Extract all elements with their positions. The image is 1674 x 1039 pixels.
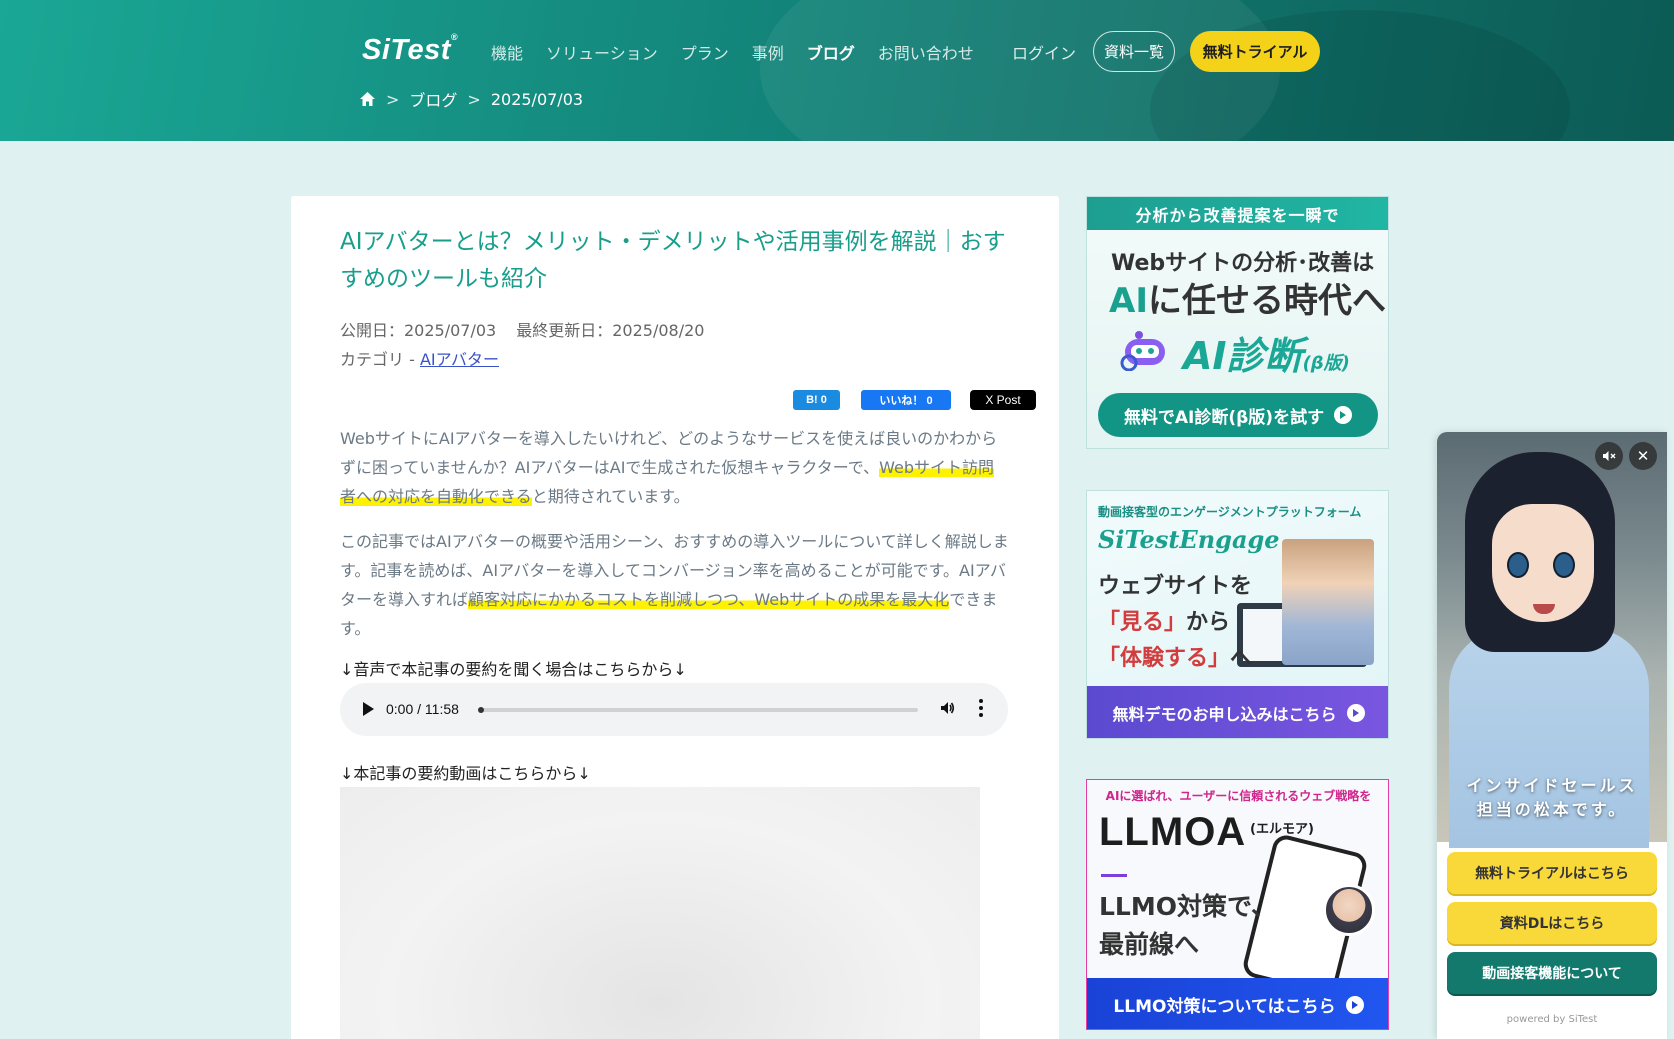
banner-heading: 分析から改善提案を一瞬で bbox=[1087, 197, 1388, 230]
more-options-icon[interactable] bbox=[979, 699, 983, 719]
breadcrumb: > ブログ > 2025/07/03 bbox=[359, 87, 583, 111]
trial-button[interactable]: 無料トライアル bbox=[1190, 31, 1320, 72]
nav-features[interactable]: 機能 bbox=[491, 40, 523, 64]
category-prefix: カテゴリ - bbox=[340, 350, 420, 369]
audio-player: 0:00 / 11:58 bbox=[340, 683, 1008, 736]
hatena-bookmark-button[interactable]: B! 0 bbox=[793, 390, 840, 410]
banner-line: AI診断(β版) bbox=[1183, 334, 1350, 378]
volume-icon[interactable] bbox=[939, 700, 955, 720]
arrow-right-icon bbox=[1346, 703, 1365, 722]
facebook-like-button[interactable]: いいね！ 0 bbox=[861, 390, 951, 410]
breadcrumb-blog[interactable]: ブログ bbox=[409, 87, 457, 111]
nav-blog[interactable]: ブログ bbox=[807, 40, 855, 64]
article-card: AIアバターとは？メリット・デメリットや活用事例を解説｜おすすめのツールも紹介 … bbox=[291, 196, 1059, 1039]
arrow-right-icon bbox=[1345, 995, 1364, 1014]
breadcrumb-current: 2025/07/03 bbox=[490, 89, 584, 109]
audio-progress-thumb[interactable] bbox=[478, 707, 484, 713]
divider bbox=[1101, 874, 1127, 877]
audio-time: 0:00 / 11:58 bbox=[386, 701, 459, 717]
audio-label: ↓音声で本記事の要約を聞く場合はこちらから↓ bbox=[340, 660, 687, 679]
avatar-caption: インサイドセールス 担当の松本です。 bbox=[1466, 776, 1638, 819]
article-dates: 公開日：2025/07/03 最終更新日：2025/08/20 bbox=[340, 317, 704, 341]
summary-video[interactable] bbox=[340, 787, 980, 1039]
ai-diagnosis-cta[interactable]: 無料でAI診断(β版)を試す bbox=[1098, 393, 1378, 437]
close-icon[interactable]: ✕ bbox=[1629, 442, 1657, 470]
main-nav: 機能 ソリューション プラン 事例 ブログ お問い合わせ bbox=[491, 40, 997, 64]
nav-solutions[interactable]: ソリューション bbox=[546, 40, 658, 64]
arrow-right-icon bbox=[1334, 406, 1353, 424]
llmo-info-cta[interactable]: LLMO対策についてはこちら bbox=[1087, 978, 1388, 1029]
video-label: ↓本記事の要約動画はこちらから↓ bbox=[340, 764, 591, 783]
mute-icon[interactable] bbox=[1595, 442, 1623, 470]
llmoa-banner[interactable]: AIに選ばれ、ユーザーに信頼されるウェブ戦略を LLMOA (エルモア) LLM… bbox=[1086, 779, 1389, 1030]
avatar-eye bbox=[1553, 552, 1575, 578]
avatar bbox=[1323, 884, 1375, 936]
widget-download-button[interactable]: 資料DLはこちら bbox=[1447, 902, 1657, 944]
nav-plans[interactable]: プラン bbox=[681, 40, 729, 64]
intro-paragraph-2: この記事ではAIアバターの概要や活用シーン、おすすめの導入ツールについて詳しく解… bbox=[340, 532, 1009, 638]
article-category: カテゴリ - AIアバター bbox=[340, 346, 499, 370]
breadcrumb-separator: > bbox=[386, 89, 400, 109]
avatar-eye bbox=[1507, 552, 1529, 578]
intro-paragraph-1: WebサイトにAIアバターを導入したいけれど、どのようなサービスを使えば良いのか… bbox=[340, 429, 998, 506]
highlight: 顧客対応にかかるコストを削減しつつ、Webサイトの成果を最大化 bbox=[468, 590, 950, 609]
ai-diagnosis-banner[interactable]: 分析から改善提案を一瞬で Webサイトの分析･改善は AIに任せる時代へ AI診… bbox=[1086, 196, 1389, 449]
docs-button[interactable]: 資料一覧 bbox=[1093, 31, 1175, 72]
demo-request-cta[interactable]: 無料デモのお申し込みはこちら bbox=[1087, 686, 1388, 738]
nav-contact[interactable]: お問い合わせ bbox=[878, 40, 974, 64]
avatar-video[interactable]: インサイドセールス 担当の松本です。 ✕ bbox=[1437, 432, 1667, 848]
sitest-engage-banner[interactable]: 動画接客型のエンゲージメントプラットフォーム SiTestEngage ウェブサ… bbox=[1086, 490, 1389, 739]
banner-copy: ウェブサイトを 「見る」から 「体験する」へ bbox=[1098, 574, 1253, 671]
updated-date: 最終更新日：2025/08/20 bbox=[516, 321, 705, 340]
login-link[interactable]: ログイン bbox=[1012, 40, 1076, 64]
video-chat-widget: インサイドセールス 担当の松本です。 ✕ 無料トライアルはこちら 資料DLはこち… bbox=[1437, 432, 1667, 1039]
category-link[interactable]: AIアバター bbox=[420, 350, 499, 369]
powered-by: powered by SiTest bbox=[1506, 1014, 1598, 1025]
article-title: AIアバターとは？メリット・デメリットや活用事例を解説｜おすすめのツールも紹介 bbox=[340, 229, 1006, 292]
banner-brand-reading: (エルモア) bbox=[1250, 822, 1314, 837]
banner-brand: LLMOA bbox=[1099, 810, 1247, 854]
site-logo[interactable]: SiTest® bbox=[362, 32, 458, 67]
banner-tagline: AIに選ばれ、ユーザーに信頼されるウェブ戦略を bbox=[1105, 789, 1372, 803]
banner-tagline: 動画接客型のエンゲージメントプラットフォーム bbox=[1098, 505, 1362, 519]
published-date: 公開日：2025/07/03 bbox=[340, 321, 497, 340]
widget-trial-button[interactable]: 無料トライアルはこちら bbox=[1447, 852, 1657, 894]
nav-cases[interactable]: 事例 bbox=[752, 40, 784, 64]
audio-progress-track[interactable] bbox=[478, 707, 918, 713]
play-icon[interactable] bbox=[363, 702, 374, 716]
widget-video-chat-button[interactable]: 動画接客機能について bbox=[1447, 952, 1657, 994]
banner-line: AIに任せる時代へ bbox=[1109, 281, 1386, 321]
banner-brand: SiTestEngage bbox=[1098, 525, 1280, 554]
breadcrumb-separator: > bbox=[467, 89, 481, 109]
robot-icon bbox=[1117, 327, 1177, 372]
header-hero: SiTest® 機能 ソリューション プラン 事例 ブログ お問い合わせ ログイ… bbox=[0, 0, 1674, 141]
x-post-button[interactable]: X Post bbox=[970, 390, 1036, 410]
home-icon[interactable] bbox=[359, 91, 376, 107]
banner-copy: LLMO対策で、 最前線へ bbox=[1099, 892, 1276, 959]
operator-photo bbox=[1282, 539, 1374, 665]
